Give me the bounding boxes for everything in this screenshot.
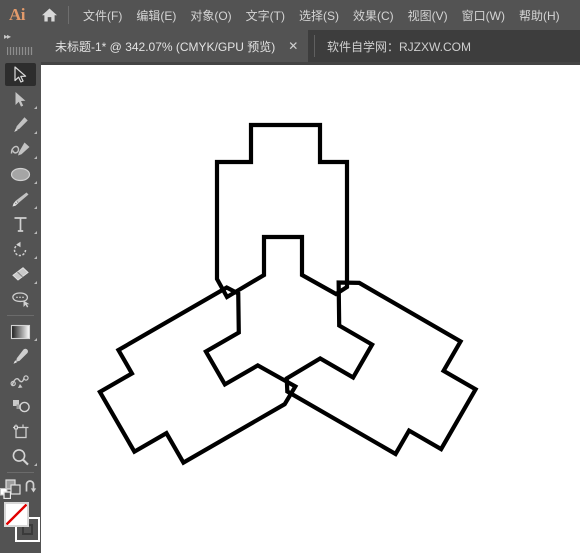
artwork-arm-3 [97,285,299,466]
tool-more-indicator [34,206,37,209]
rotate-tool[interactable] [0,237,41,262]
toolbar-divider [7,315,34,316]
app-logo: Ai [9,5,26,24]
document-tab[interactable]: 未标题-1* @ 342.07% (CMYK/GPU 预览) ✕ [41,30,309,62]
fill-swatch[interactable] [4,502,29,527]
tool-more-indicator [34,463,37,466]
lasso-icon [12,292,30,308]
home-icon[interactable] [34,0,64,30]
tool-more-indicator [34,338,37,341]
toolbar-header: ▸▸ [0,30,41,62]
ellipse-tool[interactable] [0,162,41,187]
none-indicator [6,504,27,525]
menu-item-object[interactable]: 对象(O) [183,0,238,30]
shape-builder-tool[interactable] [0,394,41,419]
menu-item-edit[interactable]: 编辑(E) [129,0,183,30]
tools-panel [0,62,41,553]
default-colors-icon [0,488,12,500]
menu-item-file[interactable]: 文件(F) [76,0,129,30]
eyedropper-icon [13,348,28,364]
tool-more-indicator [34,231,37,234]
zoom-tool[interactable] [0,444,41,469]
eraser-icon [12,267,29,281]
paintbrush-tool[interactable] [0,187,41,212]
eyedropper-tool[interactable] [0,344,41,369]
tab-divider [314,35,315,57]
toolbar-divider [7,472,34,473]
ellipse-icon [10,167,31,182]
fill-stroke-swatches [0,488,41,552]
blend-icon [10,375,29,388]
menu-divider [68,6,69,24]
artboard-icon [13,424,29,439]
watermark-text: 软件自学网：RJZXW.COM [327,39,471,54]
gradient-tool[interactable] [0,319,41,344]
three-fold-rotational-symmetry-outline [97,122,479,466]
arrow-filled-icon [15,92,26,107]
collapse-panel-icon[interactable]: ▸▸ [4,32,11,41]
eraser-tool[interactable] [0,262,41,287]
curvature-tool[interactable] [0,137,41,162]
artwork-arm-1 [214,122,350,300]
illustrator-window: Ai 文件(F) 编辑(E) 对象(O) 文字(T) 选择(S) 效果(C) 视… [0,0,580,553]
rotate-icon [13,241,27,257]
blend-tool[interactable] [0,369,41,394]
document-canvas[interactable] [41,62,580,553]
artboard-tool[interactable] [0,419,41,444]
menu-item-window[interactable]: 窗口(W) [455,0,512,30]
watermark-label: 软件自学网：RJZXW.COM [316,30,471,62]
selection-tool[interactable] [0,62,41,87]
paintbrush-icon [12,192,29,207]
type-icon [14,217,27,232]
tool-more-indicator [34,181,37,184]
pen-icon [14,117,28,132]
tool-more-indicator [34,281,37,284]
direct-selection-tool[interactable] [0,87,41,112]
swap-fill-stroke[interactable] [24,480,38,499]
magnifier-icon [12,448,29,465]
gradient-icon [10,324,31,339]
document-tab-title: 未标题-1* @ 342.07% (CMYK/GPU 预览) [55,39,276,54]
menu-bar: Ai 文件(F) 编辑(E) 对象(O) 文字(T) 选择(S) 效果(C) 视… [0,0,580,30]
arrow-solid-icon [14,66,27,83]
tool-more-indicator [34,131,37,134]
menu-item-effect[interactable]: 效果(C) [346,0,401,30]
artwork-arm-2 [284,280,479,457]
toolbar-drag-grip[interactable] [7,47,33,55]
tool-more-indicator [34,156,37,159]
document-tab-bar: ▸▸ 未标题-1* @ 342.07% (CMYK/GPU 预览) ✕ 软件自学… [0,30,580,62]
tool-more-indicator [34,256,37,259]
tool-more-indicator [34,106,37,109]
shape-builder-icon [12,400,30,413]
menu-item-help[interactable]: 帮助(H) [512,0,567,30]
type-tool[interactable] [0,212,41,237]
menu-item-select[interactable]: 选择(S) [292,0,346,30]
close-icon[interactable]: ✕ [287,39,299,53]
lasso-tool[interactable] [0,287,41,312]
menu-item-view[interactable]: 视图(V) [401,0,455,30]
pen-tool[interactable] [0,112,41,137]
curvature-icon [10,142,30,156]
swap-arrow-icon [25,480,37,493]
menu-item-type[interactable]: 文字(T) [239,0,292,30]
